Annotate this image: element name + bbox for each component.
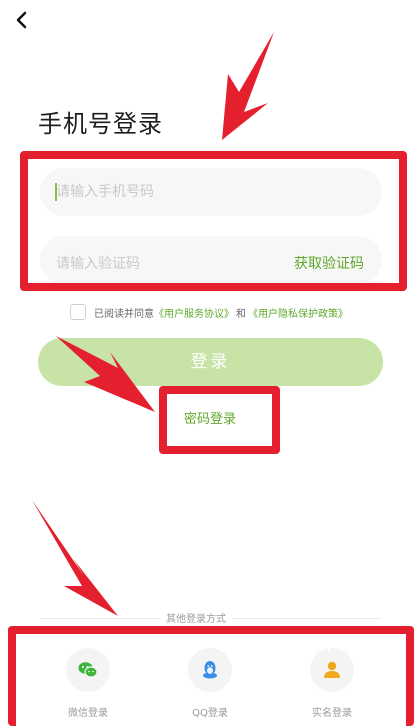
annotation-arrow-icon bbox=[56, 336, 155, 412]
annotation-arrow-icon bbox=[222, 32, 274, 140]
annotation-arrow-icon bbox=[32, 500, 118, 616]
watermark: 7Z下载站 bbox=[293, 634, 378, 655]
annotation-arrows bbox=[32, 32, 274, 616]
